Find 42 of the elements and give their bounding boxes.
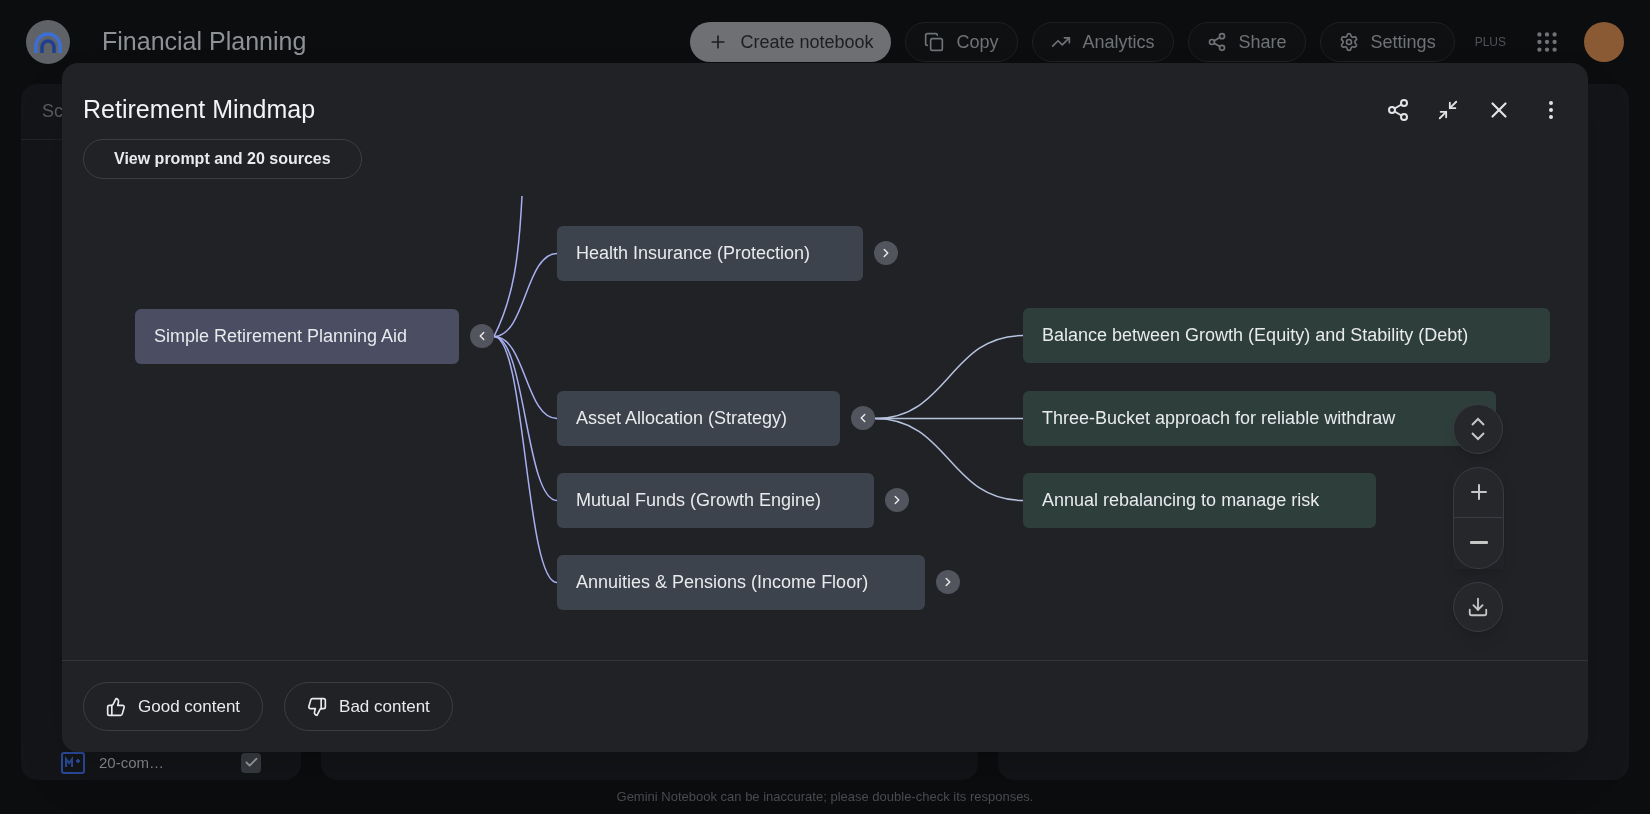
apps-grid-icon[interactable] <box>1534 29 1560 55</box>
zoom-out-button[interactable] <box>1453 517 1504 569</box>
minus-icon <box>1469 541 1488 544</box>
zoom-in-button[interactable] <box>1453 466 1504 518</box>
source-checkbox[interactable] <box>241 752 261 773</box>
download-button[interactable] <box>1453 581 1503 632</box>
mindmap-node[interactable]: Health Insurance (Protection) <box>557 225 863 281</box>
thumbs-down-icon <box>307 696 328 717</box>
dialog-title: Retirement Mindmap <box>83 94 316 125</box>
source-name: 20-com… <box>99 752 165 773</box>
toolbar-button[interactable]: Share <box>1187 22 1306 62</box>
notebook-title: Financial Planning <box>102 26 307 58</box>
arch-icon <box>33 31 63 53</box>
expand-toggle[interactable] <box>874 241 898 265</box>
disclaimer-text: Gemini Notebook can be inaccurate; please double-check its responses. <box>616 788 1034 807</box>
mindmap-node[interactable]: Annuities & Pensions (Income Floor) <box>557 554 925 610</box>
thumbs-up-icon <box>106 696 126 717</box>
toolbar-button[interactable]: Settings <box>1319 22 1455 62</box>
collapse-toggle[interactable] <box>851 406 875 430</box>
share-icon <box>1206 32 1227 52</box>
settings-icon <box>1338 32 1359 52</box>
share-icon[interactable] <box>1386 97 1410 122</box>
exit-fullscreen-icon[interactable] <box>1437 98 1459 121</box>
mindmap-node[interactable]: Asset Allocation (Strategy) <box>557 390 840 446</box>
expand-toggle[interactable] <box>885 488 909 512</box>
collapse-toggle[interactable] <box>470 324 494 348</box>
mindmap-node[interactable]: Simple Retirement Planning Aid <box>135 308 459 364</box>
avatar[interactable] <box>1584 22 1624 62</box>
toolbar-button[interactable]: Copy <box>905 22 1018 62</box>
toolbar-button[interactable]: Analytics <box>1031 22 1174 62</box>
mindmap-node[interactable]: Three-Bucket approach for reliable withdraw <box>1023 390 1496 446</box>
document-icon <box>61 751 85 774</box>
panel-title: Sc <box>42 101 63 121</box>
mindmap-node[interactable]: Mutual Funds (Growth Engine) <box>557 472 874 528</box>
download-icon <box>1467 595 1489 618</box>
expand-toggle[interactable] <box>936 570 960 594</box>
mindmap-node[interactable]: Annual rebalancing to manage risk <box>1023 472 1376 528</box>
plan-label: PLUS <box>1474 34 1506 51</box>
copy-icon <box>924 32 945 52</box>
mindmap-node[interactable]: Balance between Growth (Equity) and Stability (Debt) <box>1023 307 1550 363</box>
app-logo[interactable] <box>26 20 70 64</box>
expand-vertical-icon <box>1468 415 1488 442</box>
